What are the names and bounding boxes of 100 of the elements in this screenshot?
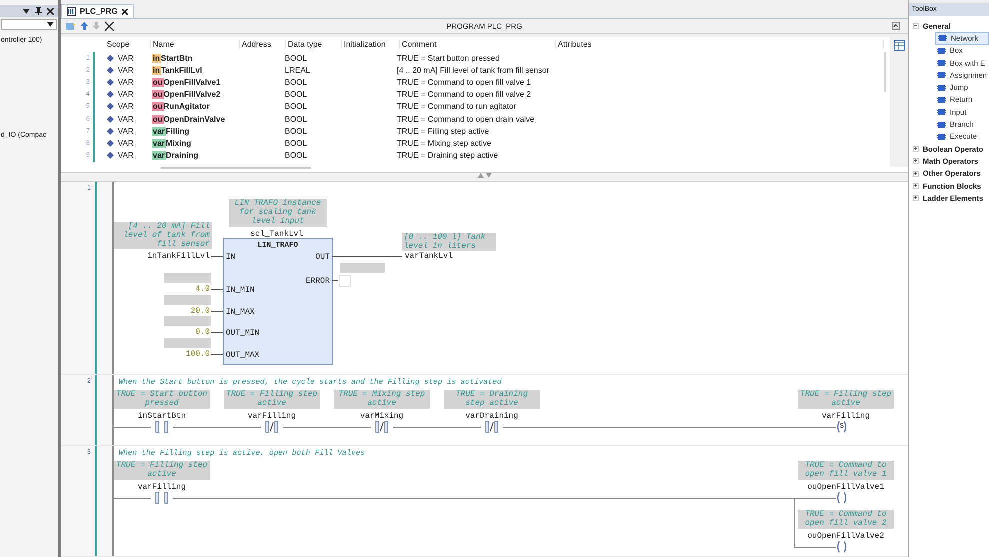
table-cell: VAR [118,90,134,100]
element-icon [937,120,946,129]
output-pin: ERROR [306,277,330,286]
close-icon[interactable] [122,8,128,14]
table-cell-text: BOOL [284,126,308,136]
empty-comment-box [164,316,211,326]
table-cell: VAR [118,66,134,75]
scroll-thumb[interactable] [884,52,886,92]
table-cell-text: TRUE = Command to open fill valve 1 [396,78,532,87]
column-header[interactable]: Data type [286,40,342,49]
table-cell-text: BOOL [284,151,308,160]
variable-name: ouOpenFillValve1 [152,78,221,87]
contact-variable: varDraining [464,412,520,421]
up-arrow-icon[interactable] [81,22,88,30]
dropdown-icon[interactable] [23,8,30,14]
variable-comment: TRUE = Filling step active [224,390,320,409]
variable-name: varMixing [152,138,192,148]
empty-comment-box [340,263,385,273]
variable-comment: TRUE = Filling step active [114,461,210,480]
instance-comment: LIN TRAFO instance for scaling tank level input [229,199,327,227]
contact-variable: varFilling [246,412,297,421]
program-icon [67,7,76,16]
input-variable: inTankFillLvl [148,252,210,261]
table-cell-text: LREAL [284,66,312,75]
variable-name: ouOpenFillValve2 [152,90,221,100]
output-pin: OUT [316,253,330,262]
scroll-up-icon[interactable] [892,22,900,30]
caret-icon [47,22,54,27]
table-cell-text: TRUE = Mixing step active [396,138,492,148]
variable-name: inStartBtn [152,54,193,63]
element-icon [937,84,946,92]
input-pin: OUT_MAX [226,351,260,360]
input-pin: IN_MIN [226,286,255,295]
collapse-icon[interactable] [913,23,919,30]
variable-name: ouOpenDrainValve [152,114,226,124]
table-cell-text: TRUE = Start button pressed [396,54,501,63]
constant-value: 0.0 [196,328,210,338]
table-cell-text: TRUE = Draining step active [396,151,500,160]
table-cell-text: TRUE = Filling step active [396,126,490,136]
variable-comment: [4 .. 20 mA] Fill level of tank from fill sensor [114,222,212,249]
variable-comment: TRUE = Filling step active [798,390,894,409]
table-cell-text: TRUE = Command to run agitator [396,102,518,112]
contact-variable: varMixing [359,412,405,421]
table-cell-text: TRUE = Command to open fill valve 2 [396,90,532,100]
variable-name: varFilling [152,126,190,136]
constant-value: 20.0 [190,306,210,316]
element-icon [937,59,946,68]
scroll-thumb[interactable] [161,167,311,169]
table-cell: VAR [118,102,134,112]
element-icon [937,46,946,55]
coil-variable: varFilling [820,412,871,421]
table-cell-text: [4 .. 20 mA] Fill level of tank from fill sensor [396,66,550,75]
output-field[interactable] [339,275,351,287]
input-pin: IN [226,253,236,262]
pin-icon[interactable] [35,7,42,15]
column-header[interactable]: Address [240,40,286,49]
constant-value: 4.0 [196,285,210,294]
editor-tab[interactable]: PLC_PRG [61,4,134,18]
table-cell-text: TRUE = Command to open drain valve [396,114,536,124]
element-icon [938,34,947,42]
table-cell-text: BOOL [284,90,308,100]
table-cell-text: BOOL [284,102,308,112]
expand-icon[interactable] [913,158,919,164]
variable-comment: TRUE = Draining step active [444,390,540,409]
variable-name: ouRunAgitator [152,102,210,112]
column-header[interactable]: Scope [105,40,151,49]
table-cell: VAR [118,54,134,63]
table-cell-text: BOOL [284,138,308,148]
expand-icon[interactable] [913,183,919,189]
expand-icon[interactable] [913,146,919,152]
table-cell: VAR [118,78,134,87]
coil-icon[interactable] [836,541,848,553]
variable-comment: TRUE = Start button pressed [114,390,210,409]
table-cell: VAR [118,126,134,136]
variable-comment: TRUE = Command to open fill valve 2 [798,510,894,529]
close-icon[interactable] [47,8,54,14]
element-icon [937,71,946,80]
element-icon [937,132,946,141]
variable-comment: TRUE = Mixing step active [334,390,430,409]
empty-comment-box [164,273,211,283]
table-cell-text: BOOL [284,114,308,124]
element-icon [937,108,946,116]
variable-comment: [0 .. 100 l] Tank level in liters [402,233,496,251]
column-header[interactable]: Name [151,40,240,49]
table-cell-text: BOOL [284,54,308,63]
device-dropdown[interactable] [1,19,57,30]
table-cell: VAR [118,114,134,124]
constant-value: 100.0 [186,350,210,360]
element-icon [937,96,946,104]
column-header[interactable]: Comment [400,40,556,49]
expand-icon[interactable] [913,170,919,177]
delete-icon[interactable] [105,22,114,30]
column-header[interactable]: Initialization [342,40,400,49]
empty-comment-box [164,294,211,305]
input-pin: IN_MAX [226,308,255,317]
variable-comment: TRUE = Command to open fill valve 1 [798,461,894,480]
expand-icon[interactable] [913,195,919,202]
window-icon[interactable] [894,40,904,51]
coil-variable: ouOpenFillValve2 [806,532,886,541]
instance-name: scl_TankLvl [250,230,304,239]
